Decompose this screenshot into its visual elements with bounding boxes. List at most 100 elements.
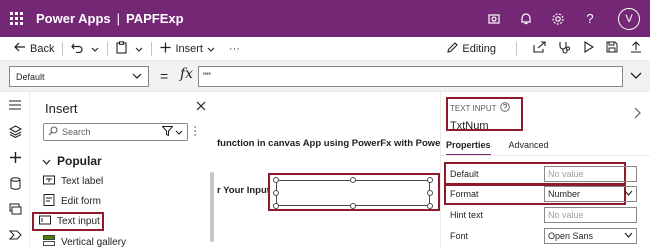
app-checker-stethoscope-icon[interactable] [558,41,571,57]
help-circle-icon[interactable] [499,102,510,114]
formula-bar: Default = fx "" [0,60,650,92]
arrow-left-icon [14,42,26,55]
text-label-icon [43,174,55,189]
prop-row-format: Format [450,185,479,203]
tab-properties[interactable]: Properties [446,140,491,156]
menu-hamburger-icon[interactable] [0,92,30,118]
insert-button[interactable]: Insert [156,37,219,60]
resize-handle[interactable] [427,177,433,183]
default-value-input[interactable]: No value [544,166,637,182]
app-launcher-icon[interactable] [2,0,30,37]
tab-advanced[interactable]: Advanced [509,140,549,156]
insert-search-input[interactable]: Search [43,123,188,141]
resize-handle[interactable] [273,190,279,196]
filter-funnel-icon [161,126,174,138]
plus-icon [160,42,171,56]
insert-panel-scrollbar[interactable] [210,172,214,242]
insert-item-label: Text label [61,176,104,187]
app-name: PAPFExp [126,11,184,26]
notifications-bell-icon[interactable] [518,11,534,27]
format-dropdown[interactable]: Number [544,186,637,202]
publish-icon[interactable] [630,41,642,56]
back-label: Back [30,42,55,55]
filter-button[interactable] [161,126,183,138]
paste-button[interactable] [112,37,131,60]
insert-panel-title: Insert [45,101,78,116]
undo-dropdown[interactable] [87,37,103,60]
search-icon [48,126,58,138]
prop-row-font: Font [450,227,468,245]
chevron-right-icon[interactable] [634,107,641,122]
pencil-icon [447,41,459,56]
insert-item-vertical-gallery[interactable]: Vertical gallery [40,233,126,247]
insert-item-text-input[interactable]: Text input [32,212,104,231]
command-bar: Back Insert ··· Editing [0,37,650,60]
search-placeholder: Search [62,127,91,137]
screen-title-label[interactable]: function in canvas App using PowerFx wit… [217,138,440,149]
property-dropdown[interactable]: Default [9,66,149,87]
resize-handle[interactable] [427,190,433,196]
chevron-down-icon [132,71,142,81]
more-label: ··· [228,42,240,55]
chevron-down-icon [207,43,215,55]
format-value: Number [548,189,581,199]
properties-panel: TEXT INPUT TxtNum Properties Advanced De… [440,92,650,247]
close-icon[interactable] [196,101,206,114]
resize-handle[interactable] [273,177,279,183]
settings-gear-icon[interactable] [550,11,566,27]
tree-view-layers-icon[interactable] [0,118,30,144]
edit-form-icon [43,194,55,209]
data-cylinder-icon[interactable] [0,170,30,196]
paste-dropdown[interactable] [131,37,147,60]
media-icon[interactable] [0,196,30,222]
resize-handle[interactable] [427,203,433,209]
insert-plus-icon[interactable] [0,144,30,170]
insert-item-text-label[interactable]: Text label [40,172,103,191]
resize-handle[interactable] [350,203,356,209]
control-type: TEXT INPUT [450,102,510,114]
help-icon[interactable]: ? [582,11,598,27]
input-prompt-label[interactable]: r Your Input [217,185,270,196]
resize-handle[interactable] [350,177,356,183]
user-avatar[interactable]: V [618,7,640,30]
title-separator: | [116,11,121,26]
group-label: Popular [57,154,102,168]
formula-input[interactable]: "" [198,66,623,87]
editing-mode-button[interactable]: Editing [443,37,500,60]
insert-item-label: Vertical gallery [61,237,127,247]
insert-item-label: Text input [57,216,100,227]
prop-label: Hint text [450,210,484,220]
save-icon[interactable] [606,41,618,56]
undo-button[interactable] [67,37,87,60]
environment-icon[interactable] [486,11,502,27]
back-button[interactable]: Back [10,37,58,60]
insert-panel: Insert Search ··· Popular Text label Edi… [30,92,215,247]
popular-group-header[interactable]: Popular [42,154,102,168]
equals-sign: = [160,68,169,84]
properties-tabs: Properties Advanced [446,140,549,156]
prop-row-default: Default [450,165,479,183]
control-type-label: TEXT INPUT [450,103,497,113]
tabs-divider [441,155,650,156]
more-options-icon[interactable]: ··· [189,125,203,137]
control-name[interactable]: TxtNum [450,120,489,132]
preview-play-icon[interactable] [583,41,595,56]
insert-item-edit-form[interactable]: Edit form [40,192,101,211]
chevron-down-icon [624,188,633,198]
font-dropdown[interactable]: Open Sans [544,228,637,244]
power-automate-icon[interactable] [0,222,30,247]
hint-text-input[interactable]: No value [544,207,637,223]
clipboard-icon [116,40,128,57]
prop-row-hint-text: Hint text [450,206,483,224]
text-input-icon [39,214,51,229]
expand-formula-chevron-icon[interactable] [630,70,642,82]
vertical-gallery-icon [43,235,55,247]
insert-item-label: Edit form [61,196,102,207]
more-commands-button[interactable]: ··· [225,37,244,60]
property-value: Default [16,71,45,82]
share-icon[interactable] [533,41,546,56]
fx-icon: fx [180,66,194,82]
chevron-down-icon [175,127,183,137]
resize-handle[interactable] [273,203,279,209]
app-screen[interactable]: function in canvas App using PowerFx wit… [215,92,440,247]
